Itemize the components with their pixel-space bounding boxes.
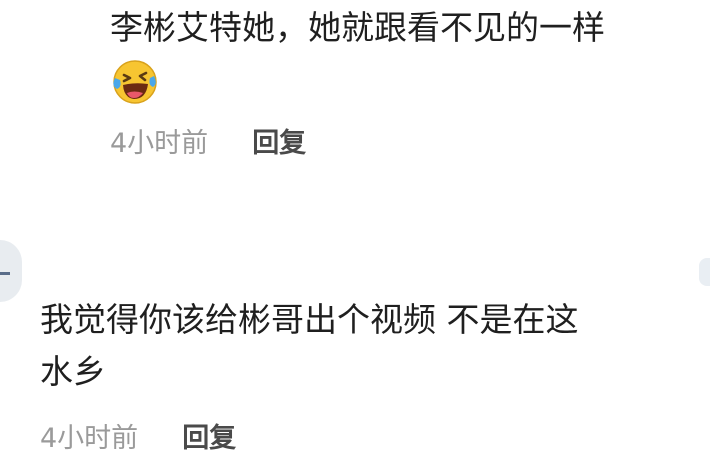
reply-comment-text: 李彬艾特她，她就跟看不见的一样 bbox=[110, 8, 605, 47]
avatar[interactable] bbox=[0, 240, 22, 302]
reply-comment-timestamp: 4小时前 bbox=[110, 127, 209, 159]
reply-comment-meta: 4小时前 回复 bbox=[110, 120, 306, 160]
comment-text: 我觉得你该给彬哥出个视频 不是在这 水乡 bbox=[40, 294, 680, 398]
side-element-edge bbox=[699, 258, 710, 286]
comment-text-line1: 我觉得你该给彬哥出个视频 不是在这 bbox=[40, 300, 579, 339]
reply-button[interactable]: 回复 bbox=[252, 121, 306, 160]
comment-timestamp: 4小时前 bbox=[40, 423, 139, 454]
laughing-crying-emoji-icon bbox=[110, 58, 158, 106]
comment-reply-button[interactable]: 回复 bbox=[182, 416, 236, 455]
username-blurred[interactable] bbox=[44, 236, 214, 276]
comment-meta: 4小时前 回复 bbox=[40, 416, 236, 455]
avatar-mark bbox=[0, 272, 10, 275]
comment-text-line2: 水乡 bbox=[40, 352, 106, 391]
